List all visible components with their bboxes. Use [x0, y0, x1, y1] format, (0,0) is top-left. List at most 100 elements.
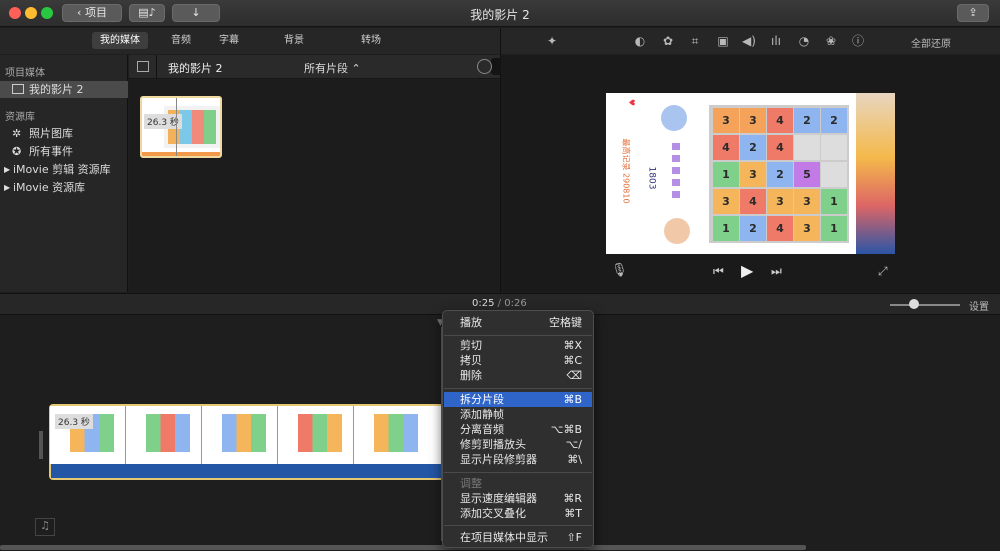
crop-icon[interactable]: ⌗ [688, 34, 702, 48]
puzzle-cell: 4 [767, 108, 793, 133]
menu-item-label: 添加静帧 [460, 408, 504, 421]
clip-frame [354, 406, 442, 464]
menu-item-adjust: 调整 [444, 476, 592, 491]
menu-item-label: 剪切 [460, 339, 482, 352]
stabilization-icon[interactable]: ▣ [716, 34, 730, 48]
sidebar-item-project[interactable]: 我的影片 2 [0, 81, 128, 98]
menu-item-label: 调整 [460, 477, 482, 490]
sidebar-item-all-events[interactable]: ✪ 所有事件 [0, 143, 128, 160]
disclosure-triangle-icon[interactable]: ▶ [4, 179, 10, 196]
menu-item-add-freeze-frame[interactable]: 添加静帧 [444, 407, 592, 422]
microphone-icon[interactable]: 🎙 [611, 263, 628, 279]
puzzle-cell: 4 [767, 216, 793, 241]
browser-title: 我的影片 2 [168, 62, 223, 75]
menu-item-add-cross-dissolve[interactable]: 添加交叉叠化 ⌘T [444, 506, 592, 521]
menu-shortcut: 空格键 [549, 316, 582, 329]
menu-item-label: 显示速度编辑器 [460, 492, 537, 505]
zoom-slider-knob[interactable] [908, 299, 919, 309]
section-project-media: 项目媒体 [5, 68, 45, 79]
frame-thumbnail [374, 414, 418, 452]
timeline-scrollbar[interactable] [0, 545, 806, 550]
menu-item-detach-audio[interactable]: 分离音频 ⌥⌘B [444, 422, 592, 437]
sidebar-item-label: 我的影片 2 [29, 83, 84, 96]
puzzle-cell: 3 [740, 162, 766, 187]
clip-frame [126, 406, 202, 464]
magic-wand-icon[interactable]: ✦ [545, 34, 559, 48]
up-down-chevron-icon: ⌃ [351, 62, 361, 75]
sidebar-toggle-icon[interactable] [137, 61, 149, 72]
sidebar-item-imovie-clip-library[interactable]: ▶ iMovie 剪辑 资源库 [0, 161, 128, 178]
play-icon[interactable]: ▶ [741, 261, 753, 280]
progress-dots [672, 143, 680, 199]
color-correction-icon[interactable]: ✿ [661, 34, 675, 48]
tab-audio[interactable]: 音频 [163, 32, 199, 49]
title-bar: ‹ 项目 ▤♪ ↓ 我的影片 2 ⇪ [0, 0, 1000, 27]
heart-icon: ♥ [627, 98, 637, 107]
menu-item-cut[interactable]: 剪切 ⌘X [444, 338, 592, 353]
zoom-slider-track[interactable] [890, 304, 960, 306]
menu-item-delete[interactable]: 删除 ⌫ [444, 368, 592, 383]
menu-item-copy[interactable]: 拷贝 ⌘C [444, 353, 592, 368]
header-divider [156, 55, 157, 79]
menu-shortcut: ⌘B [563, 393, 582, 406]
menu-separator [444, 525, 592, 526]
skip-back-icon[interactable]: ⏮ [713, 264, 724, 279]
clip-trim-handle[interactable] [39, 431, 43, 459]
menu-shortcut: ⌘T [564, 507, 582, 520]
volume-icon[interactable]: ◀) [742, 34, 756, 48]
media-clip-thumbnail[interactable]: 26.3 秒 [140, 96, 222, 158]
video-preview: ♥ 最高记录 290810 1803 3 3 4 2 2 4 2 4 1 3 2… [606, 93, 895, 254]
disclosure-triangle-icon[interactable]: ▶ [4, 161, 10, 178]
sidebar-item-imovie-library[interactable]: ▶ iMovie 资源库 [0, 179, 128, 196]
tab-my-media[interactable]: 我的媒体 [92, 32, 148, 49]
menu-separator [444, 335, 592, 336]
time-separator: / [497, 298, 502, 309]
tab-titles[interactable]: 字幕 [211, 32, 247, 49]
fullscreen-icon[interactable]: ⤢ [878, 264, 888, 279]
settings-gear-icon[interactable] [477, 59, 492, 74]
noise-reduction-icon[interactable]: ılı [769, 34, 783, 48]
skimmer-line [176, 98, 177, 156]
menu-item-label: 修剪到播放头 [460, 438, 526, 451]
share-icon: ⇪ [968, 6, 978, 19]
info-icon[interactable]: ⓘ [851, 34, 865, 48]
puzzle-cell: 2 [821, 108, 847, 133]
menu-item-split-clip[interactable]: 拆分片段 ⌘B [444, 392, 592, 407]
menu-item-show-clip-trimmer[interactable]: 显示片段修剪器 ⌘\ [444, 452, 592, 467]
skip-forward-icon[interactable]: ⏭ [771, 264, 782, 279]
share-button[interactable]: ⇪ [957, 4, 989, 22]
library-sidebar: 项目媒体 我的影片 2 资源库 ✲ 照片图库 ✪ 所有事件 ▶ iMovie 剪… [0, 55, 128, 292]
frame-thumbnail [146, 414, 190, 452]
puzzle-cell: 2 [740, 216, 766, 241]
menu-item-trim-to-playhead[interactable]: 修剪到播放头 ⌥/ [444, 437, 592, 452]
clip-filter-value: 所有片段 [304, 62, 348, 75]
color-balance-icon[interactable]: ◐ [633, 34, 647, 48]
timeline-settings-button[interactable]: 设置 [969, 298, 989, 313]
tab-transitions[interactable]: 转场 [353, 32, 389, 49]
menu-shortcut: ⌘\ [567, 453, 582, 466]
clip-filter-icon[interactable]: ❀ [824, 34, 838, 48]
sidebar-item-label: 所有事件 [29, 145, 73, 158]
reset-all-button[interactable]: 全部还原 [911, 35, 951, 50]
menu-item-label: 拆分片段 [460, 393, 504, 406]
browser-header: 我的影片 2 所有片段 ⌃ ⌕ 搜索 [129, 55, 601, 79]
sidebar-item-label: iMovie 剪辑 资源库 [13, 163, 111, 176]
speed-icon[interactable]: ◔ [797, 34, 811, 48]
menu-item-label: 添加交叉叠化 [460, 507, 526, 520]
puzzle-cell: 2 [794, 108, 820, 133]
menu-item-label: 在项目媒体中显示 [460, 531, 548, 544]
menu-item-show-speed-editor[interactable]: 显示速度编辑器 ⌘R [444, 491, 592, 506]
photos-icon: ✲ [12, 127, 22, 140]
menu-shortcut: ⌫ [566, 369, 582, 382]
puzzle-cell [821, 162, 847, 187]
puzzle-board: 3 3 4 2 2 4 2 4 1 3 2 5 3 4 3 3 1 1 2 4 … [709, 105, 849, 243]
menu-item-reveal-in-project-media[interactable]: 在项目媒体中显示 ⇧F [444, 530, 592, 545]
menu-item-play[interactable]: 播放 空格键 [444, 315, 592, 330]
puzzle-cell: 3 [767, 189, 793, 214]
tab-backgrounds[interactable]: 背景 [276, 32, 312, 49]
menu-shortcut: ⌥⌘B [550, 423, 582, 436]
sidebar-item-photos[interactable]: ✲ 照片图库 [0, 125, 128, 142]
menu-item-label: 删除 [460, 369, 482, 382]
clip-filter-select[interactable]: 所有片段 ⌃ [304, 60, 361, 76]
section-libraries: 资源库 [5, 112, 35, 123]
